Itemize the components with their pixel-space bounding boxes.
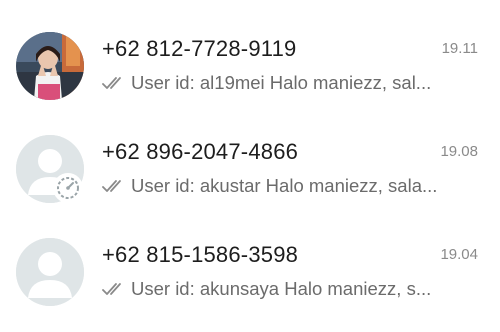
double-check-icon [102,75,128,91]
default-avatar-icon [16,238,84,306]
message-time: 19.08 [440,143,478,160]
photo-avatar-icon [16,32,84,100]
contact-name: +62 896-2047-4866 [102,139,299,164]
message-time: 19.11 [441,40,478,57]
contact-avatar[interactable] [16,238,84,306]
disappearing-timer-icon [57,177,79,199]
chat-list: +62 812-7728-9119 19.11 User id: al19mei… [0,0,500,332]
chat-row[interactable]: +62 815-1586-3598 19.04 User id: akunsay… [0,228,500,328]
timer-badge [53,173,83,203]
double-check-icon [102,178,128,194]
message-preview-text: User id: al19mei Halo maniezz, sal... [131,72,432,93]
contact-name: +62 815-1586-3598 [102,242,299,267]
contact-avatar[interactable] [16,32,84,100]
message-time: 19.04 [440,246,478,263]
message-preview-text: User id: akunsaya Halo maniezz, s... [131,278,432,299]
message-preview: User id: al19mei Halo maniezz, sal... [102,72,431,94]
message-preview-text: User id: akustar Halo maniezz, sala... [131,175,438,196]
chat-row[interactable]: +62 812-7728-9119 19.11 User id: al19mei… [0,22,500,122]
message-preview: User id: akustar Halo maniezz, sala... [102,175,437,197]
contact-name: +62 812-7728-9119 [102,36,297,61]
chat-row[interactable]: +62 896-2047-4866 19.08 User id: akustar… [0,125,500,225]
message-preview: User id: akunsaya Halo maniezz, s... [102,278,431,300]
double-check-icon [102,281,128,297]
